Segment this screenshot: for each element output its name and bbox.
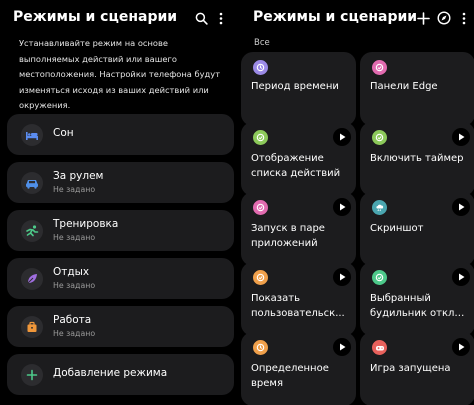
sleep-bed-icon: [21, 124, 43, 146]
mode-status: Не задано: [53, 329, 96, 338]
routine-label: Отображение списка действий: [251, 152, 351, 181]
description-line: Устанавливайте режим на основе: [19, 38, 168, 48]
play-button[interactable]: [452, 338, 470, 356]
top-bar: Режимы и сценарии: [238, 0, 474, 36]
mode-status: Не задано: [53, 185, 96, 194]
routine-label: Определенное время: [251, 362, 351, 391]
check-icon: [372, 130, 387, 145]
routine-label-line: Выбранный: [370, 293, 431, 304]
check-icon: [372, 60, 387, 75]
clock-icon: [253, 60, 268, 75]
mode-name: Отдых: [53, 266, 90, 278]
search-icon[interactable]: [193, 10, 209, 26]
mode-card-relax[interactable]: Отдых Не задано: [7, 258, 234, 299]
mode-card-work[interactable]: Работа Не задано: [7, 306, 234, 347]
page-title: Режимы и сценарии: [13, 9, 178, 25]
description-line: изменяться исходя из ваших действий или: [19, 84, 209, 95]
routine-label-line: Панели Edge: [370, 81, 438, 92]
plus-icon: [21, 364, 43, 386]
mode-name: Тренировка: [53, 218, 119, 230]
description-line: выполняемых действий или вашего: [19, 53, 177, 64]
play-button[interactable]: [333, 128, 351, 146]
play-button[interactable]: [452, 128, 470, 146]
add-mode-label: Добавление режима: [53, 367, 168, 379]
routine-label: Скриншот: [370, 222, 470, 237]
routine-card-action-list[interactable]: Отображение списка действий: [241, 122, 356, 196]
play-button[interactable]: [452, 268, 470, 286]
play-button[interactable]: [333, 198, 351, 216]
top-bar: Режимы и сценарии: [0, 0, 237, 36]
mode-name: За рулем: [53, 170, 104, 182]
mode-name: Работа: [53, 314, 92, 326]
routine-card-time-period[interactable]: Период времени: [241, 52, 356, 126]
check-icon: [253, 200, 268, 215]
mode-name: Сон: [53, 127, 74, 139]
car-icon: [21, 172, 43, 194]
routine-label-line: Показать: [251, 293, 300, 304]
routine-label: Включить таймер: [370, 152, 470, 167]
running-person-icon: [21, 220, 43, 242]
check-icon: [372, 270, 387, 285]
routine-label: Показать пользовательск...: [251, 292, 351, 321]
routine-label-line: Игра запущена: [370, 363, 451, 374]
check-icon: [253, 270, 268, 285]
more-options-icon[interactable]: [456, 10, 472, 26]
description-line: окружения.: [19, 100, 71, 111]
routine-card-screenshot[interactable]: Скриншот: [360, 192, 474, 266]
modes-panel: Режимы и сценарии Устанавливайте режим н…: [0, 0, 237, 405]
routine-label-line: Скриншот: [370, 223, 424, 234]
gamepad-icon: [372, 340, 387, 355]
routine-card-app-pair[interactable]: Запуск в паре приложений: [241, 192, 356, 266]
routine-label: Период времени: [251, 80, 351, 95]
page-title: Режимы и сценарии: [253, 9, 418, 25]
routine-label-line: списка действий: [251, 167, 341, 179]
play-button[interactable]: [333, 338, 351, 356]
mode-card-driving[interactable]: За рулем Не задано: [7, 162, 234, 203]
routine-label: Панели Edge: [370, 80, 470, 95]
routine-label-line: приложений: [251, 237, 318, 249]
leaf-icon: [21, 268, 43, 290]
description-text: Устанавливайте режим на основе выполняем…: [19, 36, 224, 114]
clock-icon: [253, 340, 268, 355]
mode-status: Не задано: [53, 233, 96, 242]
routines-panel: Режимы и сценарии Все Период времени Пан…: [238, 0, 474, 405]
routine-card-alarm-off[interactable]: Выбранный будильник откло...: [360, 262, 474, 336]
add-icon[interactable]: [415, 10, 431, 26]
routine-label-line: Включить таймер: [370, 153, 464, 164]
mode-status: Не задано: [53, 281, 96, 290]
routine-label: Игра запущена: [370, 362, 470, 377]
routine-label-line: пользовательск...: [251, 307, 345, 319]
routine-label: Запуск в паре приложений: [251, 222, 351, 251]
compass-icon[interactable]: [436, 10, 452, 26]
add-mode-button[interactable]: Добавление режима: [7, 354, 234, 395]
routine-label-line: Отображение: [251, 153, 324, 164]
play-button[interactable]: [333, 268, 351, 286]
description-line: местоположения. Настройки телефона будут: [19, 69, 221, 80]
routine-card-game-launched[interactable]: Игра запущена: [360, 332, 474, 405]
routine-label-line: будильник откло...: [370, 307, 470, 319]
check-icon: [253, 130, 268, 145]
mode-card-workout[interactable]: Тренировка Не задано: [7, 210, 234, 251]
routine-card-edge-panels[interactable]: Панели Edge: [360, 52, 474, 126]
routine-card-timer[interactable]: Включить таймер: [360, 122, 474, 196]
cloud-drop-icon: [372, 200, 387, 215]
routine-label-line: Период времени: [251, 81, 339, 92]
routine-label-line: Определенное: [251, 363, 329, 374]
play-button[interactable]: [452, 198, 470, 216]
routine-label: Выбранный будильник откло...: [370, 292, 470, 321]
routine-label-line: время: [251, 377, 283, 389]
section-label-all: Все: [254, 38, 270, 48]
routine-card-show-custom[interactable]: Показать пользовательск...: [241, 262, 356, 336]
more-options-icon[interactable]: [213, 10, 229, 26]
briefcase-icon: [21, 316, 43, 338]
routine-card-specific-time[interactable]: Определенное время: [241, 332, 356, 405]
routine-label-line: Запуск в паре: [251, 223, 325, 234]
mode-card-sleep[interactable]: Сон: [7, 114, 234, 155]
